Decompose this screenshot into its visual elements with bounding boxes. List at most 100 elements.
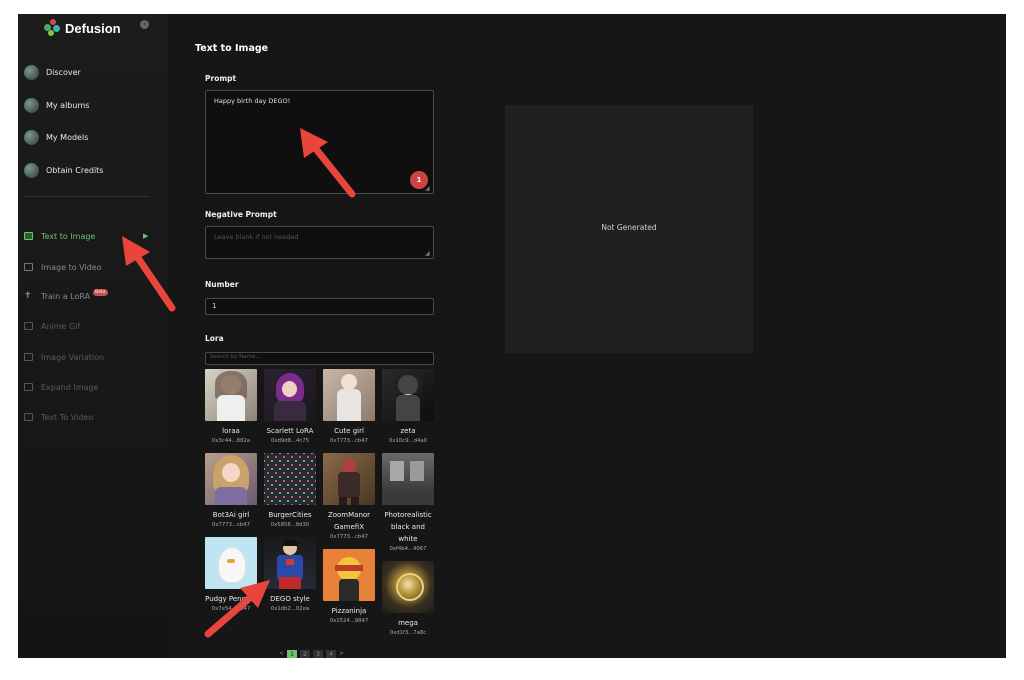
play-icon: ▶ [143, 232, 149, 240]
tool-label: Text To Video [41, 412, 94, 422]
resize-handle-icon[interactable]: ◢ [425, 250, 430, 257]
lora-card-zoommanor[interactable]: ZoomManor GamefiX 0x7773...cb47 [323, 453, 375, 540]
page-title: Text to Image [195, 43, 269, 54]
defusion-logo-icon [44, 19, 62, 37]
tool-label: Train a LoRA [41, 291, 91, 301]
lora-card-zeta[interactable]: zeta 0x10c9...d4a0 [382, 369, 434, 444]
page-3-button[interactable]: 3 [313, 650, 324, 658]
lora-thumbnail [205, 537, 257, 589]
lora-card-mega[interactable]: mega 0xd1f3...7a8c [382, 561, 434, 636]
sidebar: Defusion ‹ Discover My albums My Models … [18, 14, 168, 658]
lora-thumbnail [264, 537, 316, 589]
lora-name: Cute girl [334, 427, 364, 435]
tool-label: Text to Image [41, 231, 96, 241]
page-2-button[interactable]: 2 [300, 650, 311, 658]
lora-card-dego-style[interactable]: DEGO style 0x1db2...02ea [264, 537, 316, 612]
logo[interactable]: Defusion [44, 17, 121, 39]
train-icon: ✝ [24, 291, 32, 301]
tool-label: Image Variation [41, 352, 105, 362]
lora-thumbnail [323, 549, 375, 601]
lora-name: ZoomManor GamefiX [327, 511, 371, 531]
album-icon [24, 97, 39, 113]
lora-thumbnail [382, 561, 434, 613]
lora-address: 0xd9d8...4c75 [270, 438, 310, 444]
planet-icon [24, 64, 39, 80]
expand-icon [24, 383, 33, 391]
lora-thumbnail [382, 369, 434, 421]
lora-name: loraa [222, 427, 240, 435]
tool-expand-image[interactable]: Expand Image [24, 379, 99, 395]
nav-obtain-credits[interactable]: Obtain Credits [24, 160, 103, 180]
tool-label: Anime Gif [41, 321, 81, 331]
preview-status: Not Generated [601, 223, 657, 232]
prompt-text: Happy birth day DEGO! [214, 97, 291, 105]
prev-page-button[interactable]: < [279, 650, 284, 658]
collapse-sidebar-icon[interactable]: ‹ [140, 20, 149, 29]
nav-label: Discover [46, 67, 81, 77]
nav-my-albums[interactable]: My albums [24, 95, 89, 115]
tool-image-to-video[interactable]: Image to Video [24, 259, 102, 275]
lora-card-cute-girl[interactable]: Cute girl 0x7773...cb47 [323, 369, 375, 444]
tool-label: Image to Video [41, 262, 102, 272]
credits-icon [24, 162, 39, 178]
lora-card-loraa[interactable]: loraa 0x3c44...882a [205, 369, 257, 444]
lora-card-bot3ai[interactable]: Bot3Ai girl 0x7773...cb47 [205, 453, 257, 528]
lora-address: 0x5858...8d30 [270, 522, 310, 528]
tool-train-lora[interactable]: ✝ Train a LoRA Beta [24, 288, 108, 304]
lora-address: 0x7773...cb47 [329, 534, 369, 540]
lora-card-pizzaninja[interactable]: Pizzaninja 0x1524...9847 [323, 549, 375, 624]
tool-text-to-video[interactable]: Text To Video [24, 409, 93, 425]
tool-anime-gif[interactable]: Anime Gif [24, 318, 80, 334]
video-icon [24, 413, 33, 421]
lora-address: 0x3c44...882a [212, 438, 250, 444]
next-page-button[interactable]: > [339, 650, 344, 658]
nav-my-models[interactable]: My Models [24, 127, 88, 147]
lora-thumbnail [323, 453, 375, 505]
lora-name: zeta [400, 427, 416, 435]
lora-card-burgercities[interactable]: BurgerCities 0x5858...8d30 [264, 453, 316, 528]
resize-handle-icon[interactable]: ◢ [425, 185, 430, 192]
lora-card-pudgy-penguin[interactable]: Pudgy Penguin 0x7e54...9847 [205, 537, 257, 612]
image-preview-area: Not Generated [505, 105, 753, 353]
lora-thumbnail [264, 369, 316, 421]
lora-search-input[interactable]: Search by Name... [205, 352, 434, 365]
lora-name: Pudgy Penguin [205, 595, 257, 603]
prompt-textarea[interactable]: Happy birth day DEGO! [205, 90, 434, 194]
lora-address: 0xf4b4...4067 [389, 546, 427, 552]
page-4-button[interactable]: 4 [326, 650, 337, 658]
number-input[interactable]: 1 [205, 298, 434, 315]
beta-badge: Beta [93, 288, 108, 296]
nav-label: My albums [46, 100, 90, 110]
gif-icon [24, 322, 33, 330]
lora-thumbnail [264, 453, 316, 505]
lora-address: 0x7773...cb47 [211, 522, 251, 528]
lora-name: Bot3Ai girl [212, 511, 250, 519]
tool-text-to-image[interactable]: Text to Image [24, 228, 95, 244]
negative-prompt-textarea[interactable]: Leave blank if not needed [205, 226, 434, 259]
nav-discover[interactable]: Discover [24, 62, 81, 82]
negative-prompt-label: Negative Prompt [205, 210, 277, 219]
lora-address: 0xd1f3...7a8c [389, 630, 427, 636]
variation-icon [24, 353, 33, 361]
lora-name: DEGO style [270, 595, 310, 603]
lora-address: 0x1db2...02ea [270, 606, 310, 612]
lora-label: Lora [205, 334, 224, 343]
tool-label: Expand Image [41, 382, 99, 392]
lora-thumbnail [205, 369, 257, 421]
number-value: 1 [212, 302, 217, 310]
lora-address: 0x7773...cb47 [329, 438, 369, 444]
text-image-icon [24, 232, 33, 240]
lora-address: 0x7e54...9847 [211, 606, 251, 612]
lora-card-photorealistic[interactable]: Photorealistic black and white 0xf4b4...… [382, 453, 434, 552]
negative-prompt-placeholder: Leave blank if not needed [214, 233, 299, 241]
nav-label: Obtain Credits [46, 165, 104, 175]
lora-card-scarlett[interactable]: Scarlett LoRA 0xd9d8...4c75 [264, 369, 316, 444]
lora-name: Photorealistic black and white [384, 511, 432, 543]
lora-thumbnail [382, 453, 434, 505]
app-window: Defusion ‹ Discover My albums My Models … [18, 14, 1006, 658]
prompt-label: Prompt [205, 74, 237, 83]
lora-name: Pizzaninja [331, 607, 367, 615]
tool-image-variation[interactable]: Image Variation [24, 349, 104, 365]
lora-thumbnail [205, 453, 257, 505]
page-1-button[interactable]: 1 [287, 650, 298, 658]
